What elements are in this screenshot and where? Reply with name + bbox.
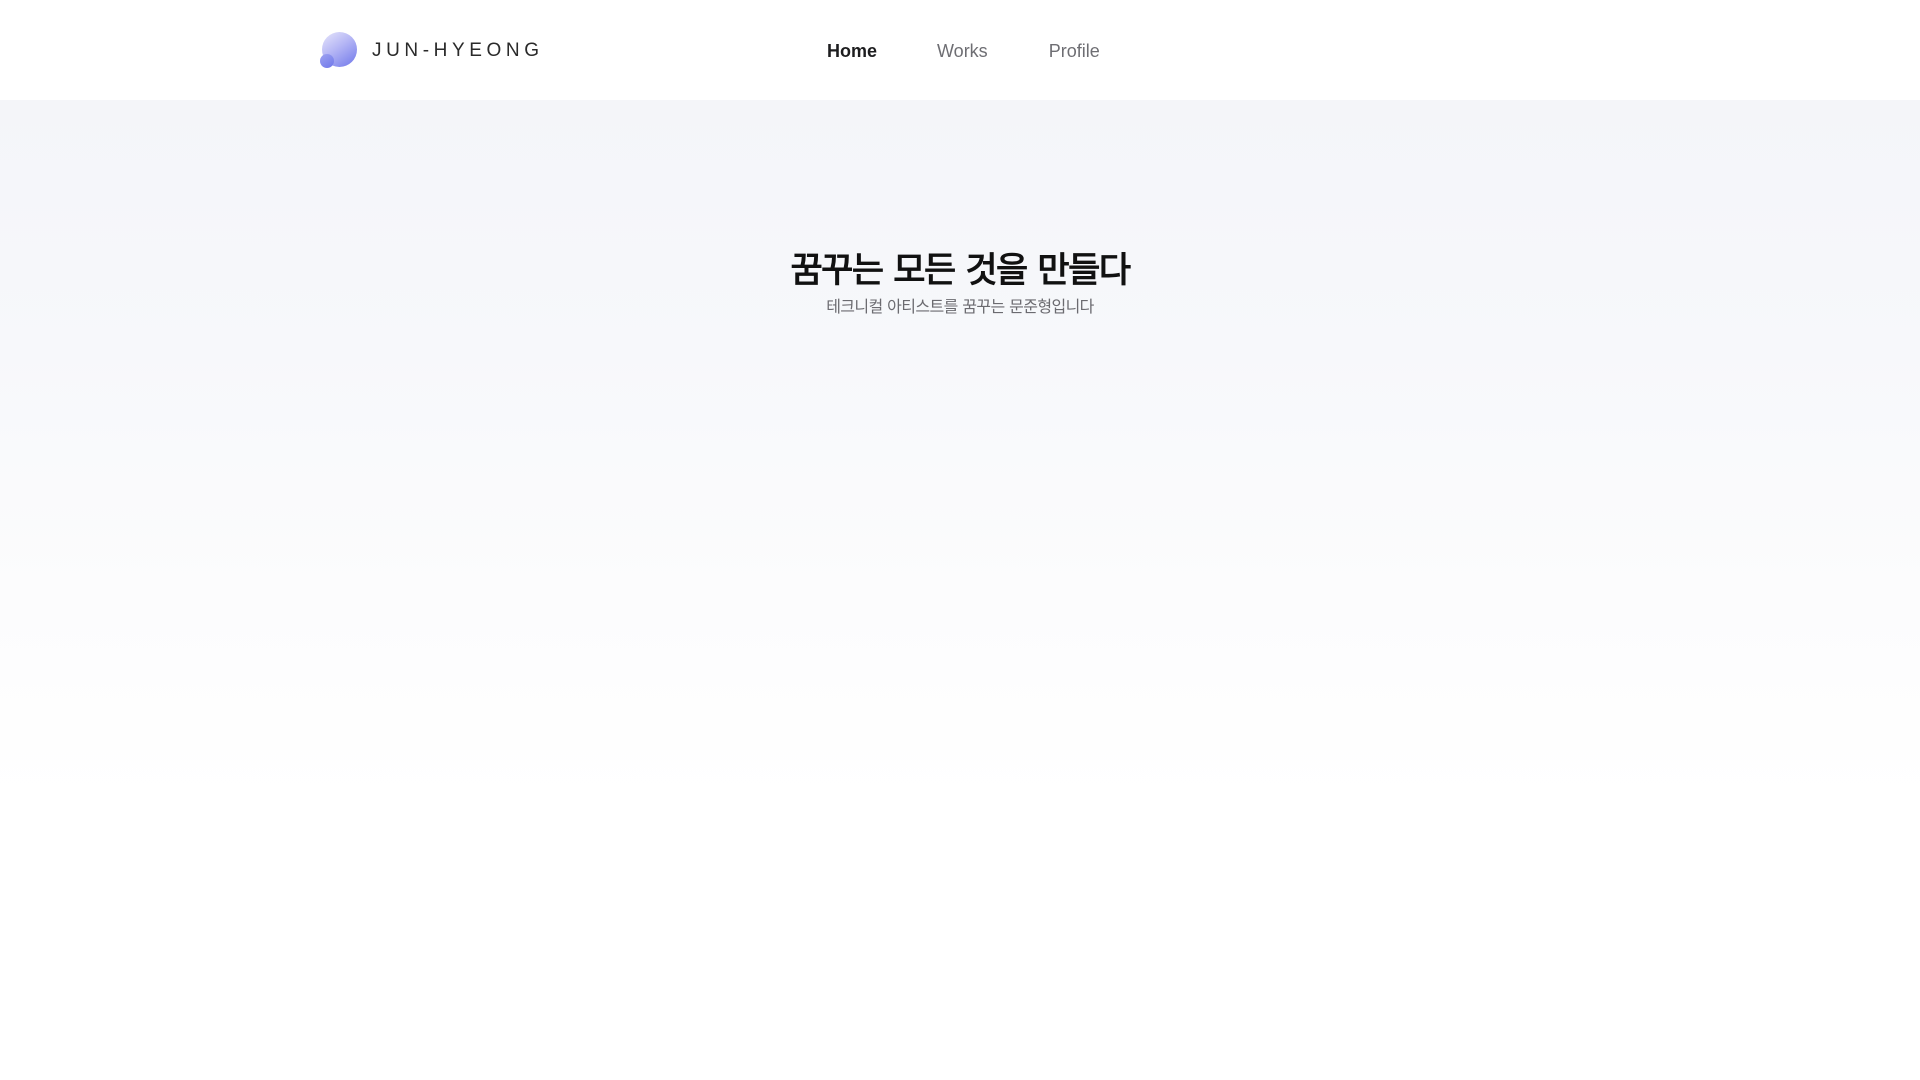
- brand-logo[interactable]: JUN-HYEONG: [320, 32, 544, 70]
- blob-tail-shape: [320, 54, 334, 68]
- brand-name: JUN-HYEONG: [372, 40, 544, 61]
- nav-item-works[interactable]: Works: [937, 41, 988, 62]
- main-nav: Home Works Profile: [827, 38, 1100, 64]
- hero-section: 꿈꾸는 모든 것을 만들다 테크니컬 아티스트를 꿈꾸는 문준형입니다: [0, 100, 1920, 1080]
- nav-item-home[interactable]: Home: [827, 41, 877, 62]
- gradient-blob-icon: [320, 32, 358, 70]
- hero-subtitle: 테크니컬 아티스트를 꿈꾸는 문준형입니다: [826, 297, 1094, 316]
- hero-title: 꿈꾸는 모든 것을 만들다: [790, 251, 1131, 291]
- site-header: JUN-HYEONG Home Works Profile: [0, 0, 1920, 100]
- nav-item-profile[interactable]: Profile: [1049, 41, 1100, 62]
